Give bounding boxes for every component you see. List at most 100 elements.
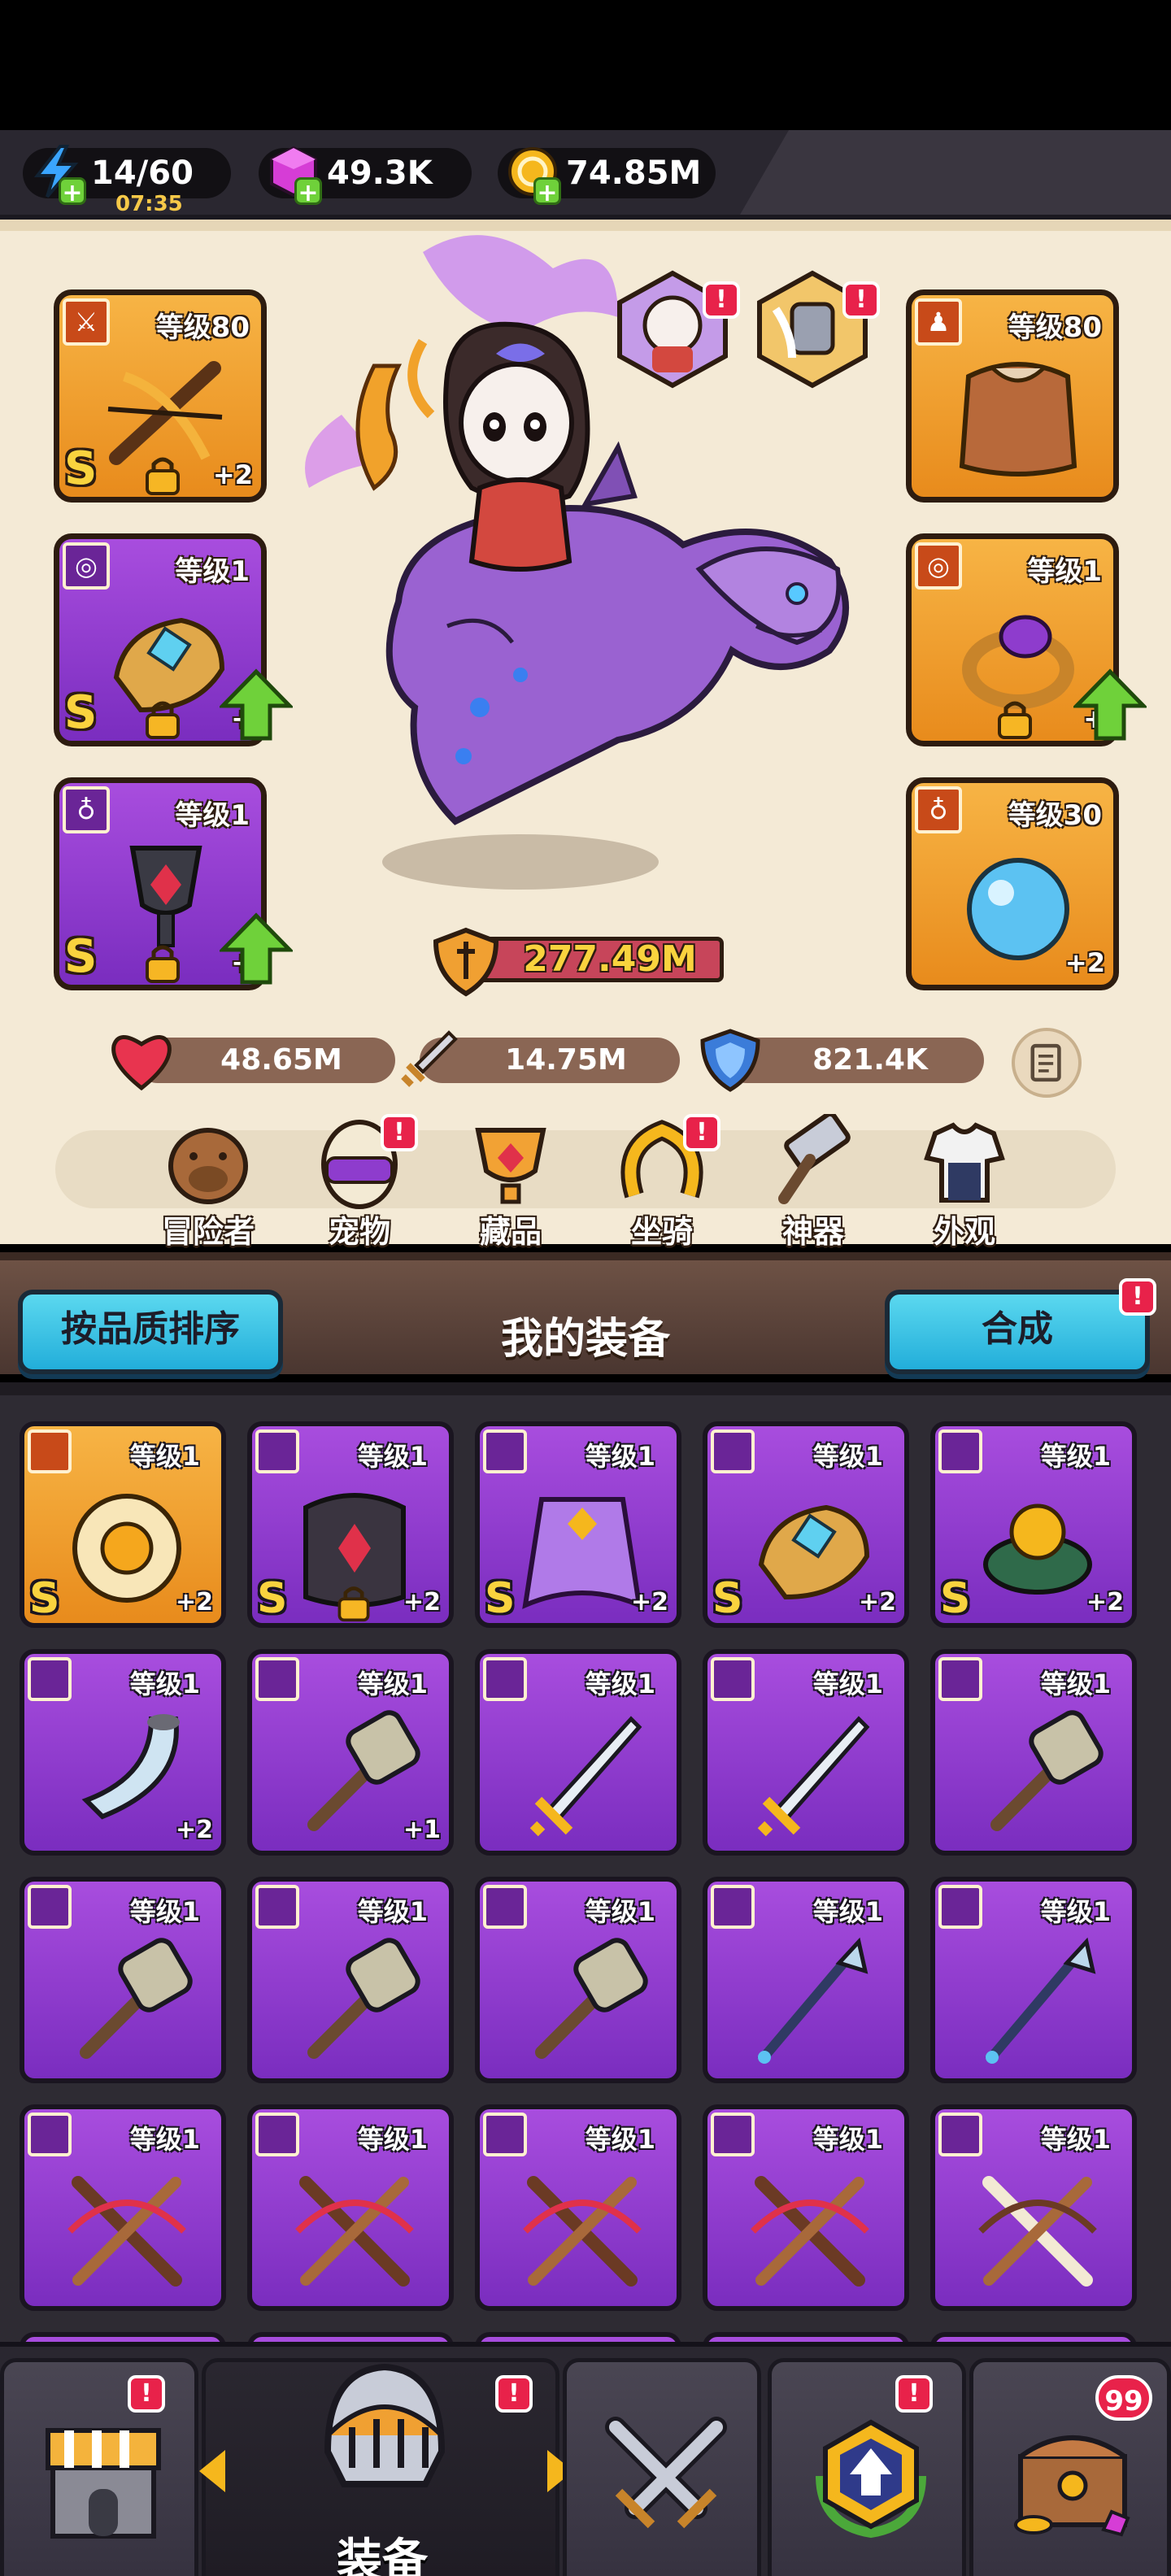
item-type-icon: [711, 1429, 755, 1473]
merge-alert-badge: !: [1119, 1278, 1156, 1316]
capybara-icon: [168, 1128, 248, 1204]
item-level: 等级1: [129, 1896, 200, 1927]
item-plus: +2: [1064, 947, 1105, 978]
equipment-header: 按品质排序 我的装备 合成 !: [0, 1252, 1171, 1374]
category-collection[interactable]: 藏品: [446, 1114, 568, 1260]
defense-stat: 821.4K: [700, 1029, 984, 1092]
lock-icon: [146, 701, 180, 739]
item-level: 等级1: [175, 799, 250, 832]
mace-art: [307, 1938, 420, 2059]
category-pets[interactable]: ! 宠物: [294, 1114, 418, 1260]
item-level: 等级1: [129, 1669, 200, 1699]
power-shield-icon: [433, 927, 499, 997]
bone-crossbow-art: [978, 2176, 1097, 2287]
inventory-item[interactable]: 等级1: [475, 1877, 681, 2083]
inventory-item[interactable]: 等级1 +1: [247, 1649, 454, 1856]
item-grade: S: [257, 1574, 288, 1623]
category-label: 神器: [781, 1214, 844, 1250]
item-level: 等级30: [1008, 799, 1102, 832]
item-type-icon: [483, 2113, 527, 2156]
treasure-chest-icon: [1014, 2435, 1130, 2537]
hammer-icon: [778, 1114, 851, 1204]
inventory-item[interactable]: 等级1: [475, 2104, 681, 2311]
equipped-weapon-slot[interactable]: ⚔ 等级80 S +2: [54, 289, 267, 503]
add-gold-icon[interactable]: +: [533, 177, 561, 207]
bottom-navigation: ! ! 装备 ! 99: [0, 2342, 1171, 2576]
mace-art: [80, 1938, 193, 2059]
item-level: 等级1: [1040, 2124, 1111, 2155]
add-gems-icon[interactable]: +: [294, 177, 322, 207]
inventory-item[interactable]: 等级1: [20, 2104, 226, 2311]
inventory-item[interactable]: 等级1: [703, 2104, 909, 2311]
item-level: 等级1: [585, 2124, 655, 2155]
crossed-swords-icon: [605, 2417, 727, 2529]
attack-value: 14.75M: [505, 1043, 627, 1077]
item-plus: +2: [858, 1588, 896, 1617]
item-plus: +2: [175, 1588, 213, 1617]
gems-counter[interactable]: + 49.3K: [259, 146, 472, 207]
inventory-item[interactable]: 等级1 +2: [20, 1649, 226, 1856]
inventory-item[interactable]: 等级1 S +2: [247, 1421, 454, 1628]
character-panel: ⚔ 等级80 S +2 ◎ 等级1 S + ♁ 等级1: [0, 220, 1171, 1250]
sword-art: [529, 1716, 642, 1837]
inventory-item[interactable]: 等级1: [703, 1649, 909, 1856]
inventory-item[interactable]: 等级1: [247, 1877, 454, 2083]
inventory-item[interactable]: 等级1: [475, 1649, 681, 1856]
chevron-left-icon[interactable]: [196, 2447, 229, 2496]
equipped-armor-slot[interactable]: ♟ 等级80: [906, 289, 1119, 503]
category-appearance[interactable]: 外观: [899, 1114, 1021, 1260]
nav-tab-upgrade[interactable]: !: [768, 2358, 966, 2576]
knight-alert-badge: !: [842, 281, 880, 319]
nav-tab-battle[interactable]: [563, 2358, 761, 2576]
category-artifacts[interactable]: 神器: [748, 1114, 870, 1260]
spear-art: [757, 1937, 868, 2064]
item-level: 等级1: [585, 1441, 655, 1472]
equipped-amulet-slot[interactable]: ♁ 等级30 +2: [906, 777, 1119, 990]
weapon-type-icon: ⚔: [63, 298, 110, 346]
category-label: 冒险者: [161, 1214, 255, 1250]
gloves-type-icon: ◎: [63, 542, 110, 590]
inventory-grid: 等级1 S +2 等级1 S +2 等级1 S +2 等级1 S +2 等级1 S +2 等级1 +2 等级1 +1…: [0, 1382, 1171, 2350]
hp-stat: 48.65M: [111, 1035, 395, 1091]
mace-art: [535, 1938, 648, 2059]
pet-alert-badge: !: [703, 281, 740, 319]
inventory-item[interactable]: 等级1 S +2: [475, 1421, 681, 1628]
sort-by-quality-button[interactable]: 按品质排序: [18, 1290, 283, 1374]
inventory-item[interactable]: 等级1: [703, 1877, 909, 2083]
item-grade: S: [64, 686, 98, 739]
inventory-item[interactable]: 等级1: [930, 1877, 1137, 2083]
category-label: 藏品: [479, 1214, 542, 1250]
item-type-icon: [938, 1657, 982, 1701]
armor-type-icon: ♟: [915, 298, 962, 346]
combat-power-value: 277.49M: [464, 937, 724, 982]
item-level: 等级1: [357, 2124, 428, 2155]
item-plus: +2: [175, 1816, 213, 1844]
inventory-item[interactable]: 等级1: [247, 2104, 454, 2311]
item-type-icon: [938, 1429, 982, 1473]
add-energy-icon[interactable]: +: [59, 177, 86, 207]
inventory-item[interactable]: 等级1: [930, 2104, 1137, 2311]
item-type-icon: [28, 2113, 72, 2156]
item-type-icon: [255, 2113, 299, 2156]
item-plus: +2: [630, 1588, 668, 1617]
item-type-icon: [255, 1657, 299, 1701]
lock-icon: [146, 945, 180, 983]
stats-detail-button[interactable]: [1012, 1028, 1082, 1098]
nav-tab-shop[interactable]: !: [0, 2358, 198, 2576]
item-type-icon: [255, 1429, 299, 1473]
gold-counter[interactable]: + 74.85M: [498, 147, 716, 207]
heart-icon: [111, 1035, 172, 1091]
sword-icon: [401, 1030, 458, 1087]
energy-counter[interactable]: + 14/60: [23, 145, 231, 207]
inventory-item[interactable]: 等级1 S +2: [20, 1421, 226, 1628]
inventory-item[interactable]: 等级1 S +2: [930, 1421, 1137, 1628]
inventory-item[interactable]: 等级1: [930, 1649, 1137, 1856]
category-mounts[interactable]: ! 坐骑: [597, 1114, 720, 1260]
category-adventurer[interactable]: 冒险者: [143, 1114, 265, 1260]
merge-button[interactable]: 合成: [885, 1290, 1150, 1374]
nav-tab-chest[interactable]: 99: [969, 2358, 1171, 2576]
item-level: 等级1: [585, 1669, 655, 1699]
inventory-item[interactable]: 等级1: [20, 1877, 226, 2083]
item-plus: +2: [212, 459, 253, 490]
inventory-item[interactable]: 等级1 S +2: [703, 1421, 909, 1628]
